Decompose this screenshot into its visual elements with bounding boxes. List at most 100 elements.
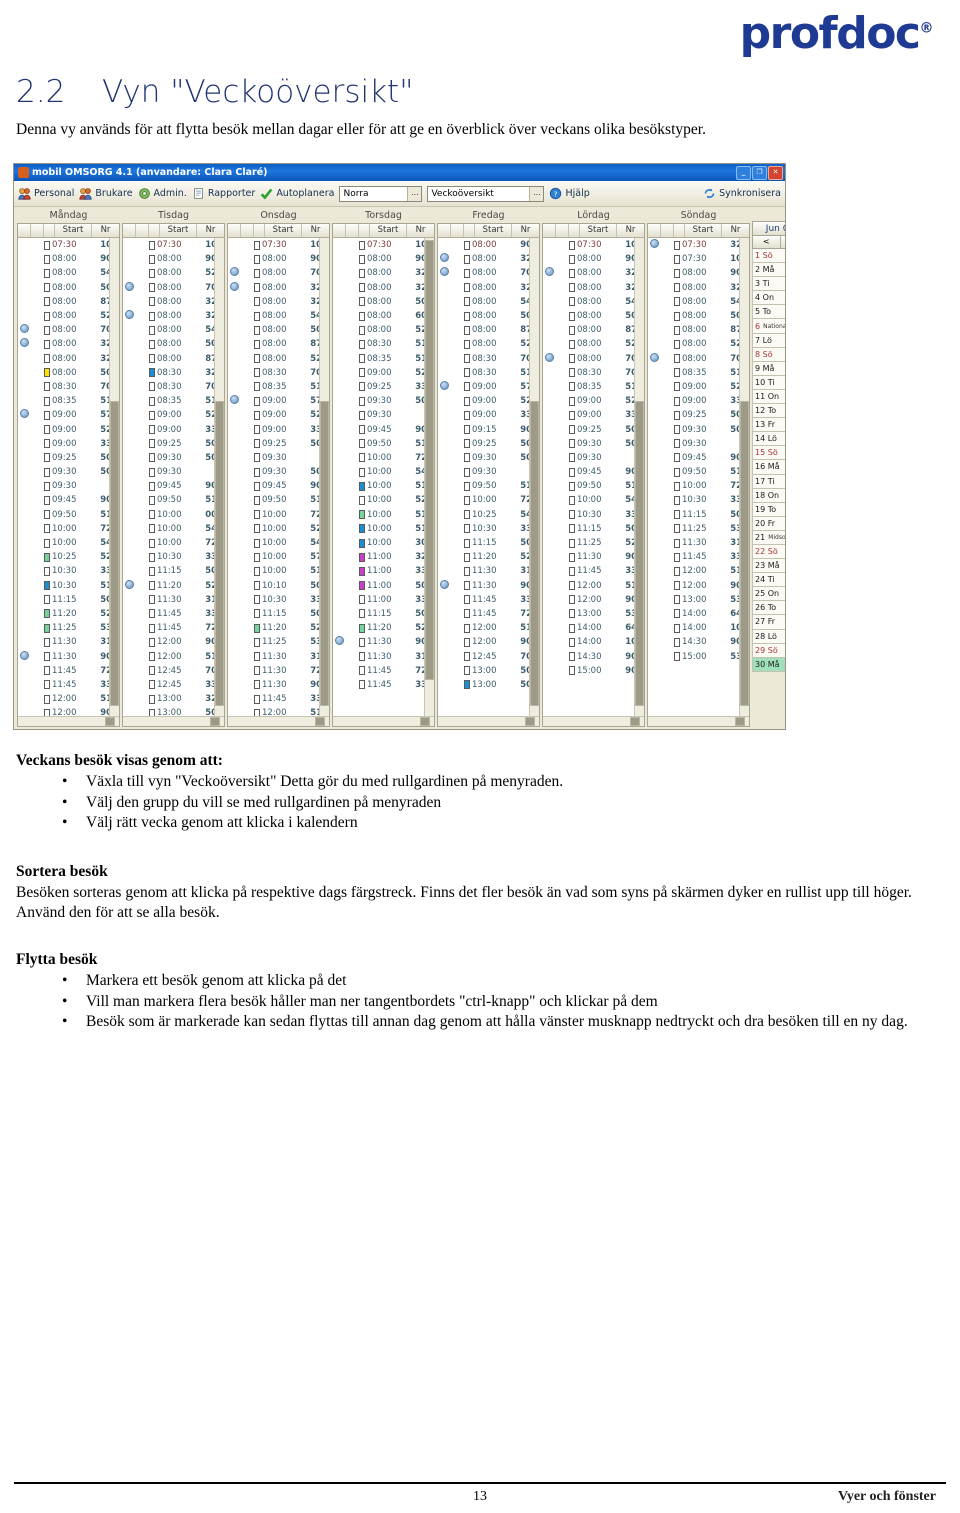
visit-row[interactable]: 08:30700 [18,380,119,394]
visit-row[interactable]: 11:25534 [18,621,119,635]
visit-row[interactable]: 11:15507 [18,593,119,607]
visit-row[interactable]: 09:45900 [543,465,644,479]
visit-row[interactable]: 12:00519 [543,579,644,593]
visit-row[interactable]: 10:00512 [333,508,434,522]
visit-color-swatch[interactable] [254,382,260,392]
col-header-nr[interactable]: Nr [407,224,434,237]
visit-row[interactable]: 11:30317 [228,649,329,663]
visit-color-swatch[interactable] [674,623,680,633]
visit-color-swatch[interactable] [44,240,50,250]
visit-color-swatch[interactable] [569,481,575,491]
calendar-day-item[interactable]: 10 Ti [752,375,785,390]
visit-row[interactable]: 10:00512 [333,522,434,536]
visit-color-swatch[interactable] [569,581,575,591]
visit-row[interactable]: 08:00328 [123,309,224,323]
visit-color-swatch[interactable] [464,652,470,662]
visit-row[interactable]: 08:35512 [333,352,434,366]
visit-color-swatch[interactable] [254,652,260,662]
visit-row[interactable]: 09:15900 [438,422,539,436]
visit-color-swatch[interactable] [44,581,50,591]
visit-color-swatch[interactable] [359,439,365,449]
visit-color-swatch[interactable] [149,339,155,349]
visit-row[interactable]: 08:00320 [333,281,434,295]
visit-row[interactable]: 08:00700 [228,266,329,280]
visit-color-swatch[interactable] [149,283,155,293]
visit-row[interactable]: 10:00722 [228,508,329,522]
visit-row[interactable]: 11:45336 [18,678,119,692]
visit-row[interactable]: 11:45339 [543,564,644,578]
visit-row[interactable]: 11:45339 [438,593,539,607]
calendar-next-button[interactable]: > [780,236,785,248]
visit-color-swatch[interactable] [569,382,575,392]
col-header-nr[interactable]: Nr [302,224,329,237]
col-header-icon[interactable] [123,224,136,237]
visit-color-swatch[interactable] [674,297,680,307]
horizontal-scrollbar-thumb[interactable] [525,717,535,726]
group-select[interactable]: Norra ... [339,185,423,202]
visit-color-swatch[interactable] [569,524,575,534]
visit-color-swatch[interactable] [569,666,575,676]
visit-row[interactable]: 08:00500 [18,281,119,295]
visit-row[interactable]: 08:00320 [228,295,329,309]
visit-row[interactable]: 09:00527 [123,408,224,422]
visit-color-swatch[interactable] [464,396,470,406]
calendar-day-item[interactable]: 24 Ti [752,573,785,588]
visit-row-list[interactable]: 07:3010008:0090008:0032808:0032008:00500… [333,238,434,716]
visit-row[interactable]: 09:30 [228,451,329,465]
visit-color-swatch[interactable] [149,268,155,278]
visit-color-swatch[interactable] [569,425,575,435]
vertical-scrollbar[interactable] [214,238,224,716]
visit-row[interactable]: 08:00500 [438,309,539,323]
visit-color-swatch[interactable] [149,595,155,605]
visit-color-swatch[interactable] [254,311,260,321]
visit-row[interactable]: 13:00539 [648,593,749,607]
visit-row[interactable]: 08:00600 [333,309,434,323]
toolbar-brukare-button[interactable]: Brukare [79,187,133,200]
col-header-flag[interactable] [346,224,359,237]
visit-row[interactable]: 08:00522 [543,337,644,351]
visit-color-swatch[interactable] [569,339,575,349]
visit-row[interactable]: 11:30722 [228,664,329,678]
visit-color-swatch[interactable] [254,524,260,534]
visit-color-swatch[interactable] [464,254,470,264]
visit-color-swatch[interactable] [149,652,155,662]
visit-color-swatch[interactable] [674,382,680,392]
visit-color-swatch[interactable] [569,396,575,406]
visit-row[interactable]: 11:15507 [228,607,329,621]
visit-color-swatch[interactable] [674,595,680,605]
visit-color-swatch[interactable] [674,311,680,321]
calendar-day-item[interactable]: 7 Lö [752,333,785,348]
visit-color-swatch[interactable] [359,240,365,250]
visit-color-swatch[interactable] [149,382,155,392]
col-header-start[interactable]: Start [55,224,92,237]
visit-row[interactable]: 11:15507 [648,508,749,522]
visit-color-swatch[interactable] [569,368,575,378]
visit-row[interactable]: 10:30339 [123,550,224,564]
visit-row-list[interactable]: 08:0090008:0032808:0070008:0032008:00540… [438,238,539,716]
visit-row[interactable]: 07:30328 [648,238,749,252]
col-header-icon[interactable] [18,224,31,237]
visit-row[interactable]: 08:00328 [228,281,329,295]
visit-row[interactable]: 09:00527 [333,366,434,380]
visit-row[interactable]: 09:00333 [438,408,539,422]
visit-color-swatch[interactable] [464,680,470,690]
visit-row[interactable]: 09:30 [18,479,119,493]
visit-color-swatch[interactable] [254,581,260,591]
visit-color-swatch[interactable] [464,552,470,562]
visit-row[interactable]: 09:45900 [648,451,749,465]
visit-color-swatch[interactable] [149,623,155,633]
visit-row[interactable]: 08:00900 [648,266,749,280]
visit-row[interactable]: 09:00333 [543,408,644,422]
visit-row[interactable]: 11:25534 [228,635,329,649]
horizontal-scrollbar-thumb[interactable] [735,717,745,726]
visit-color-swatch[interactable] [464,325,470,335]
horizontal-scrollbar-thumb[interactable] [630,717,640,726]
visit-row[interactable]: 08:00876 [228,337,329,351]
visit-color-swatch[interactable] [359,311,365,321]
visit-row[interactable]: 08:00522 [228,352,329,366]
visit-row[interactable]: 09:25333 [333,380,434,394]
visit-row[interactable]: 08:00540 [543,295,644,309]
visit-row[interactable]: 09:25506 [648,408,749,422]
visit-row[interactable]: 08:00328 [333,266,434,280]
visit-row[interactable]: 09:50516 [333,437,434,451]
